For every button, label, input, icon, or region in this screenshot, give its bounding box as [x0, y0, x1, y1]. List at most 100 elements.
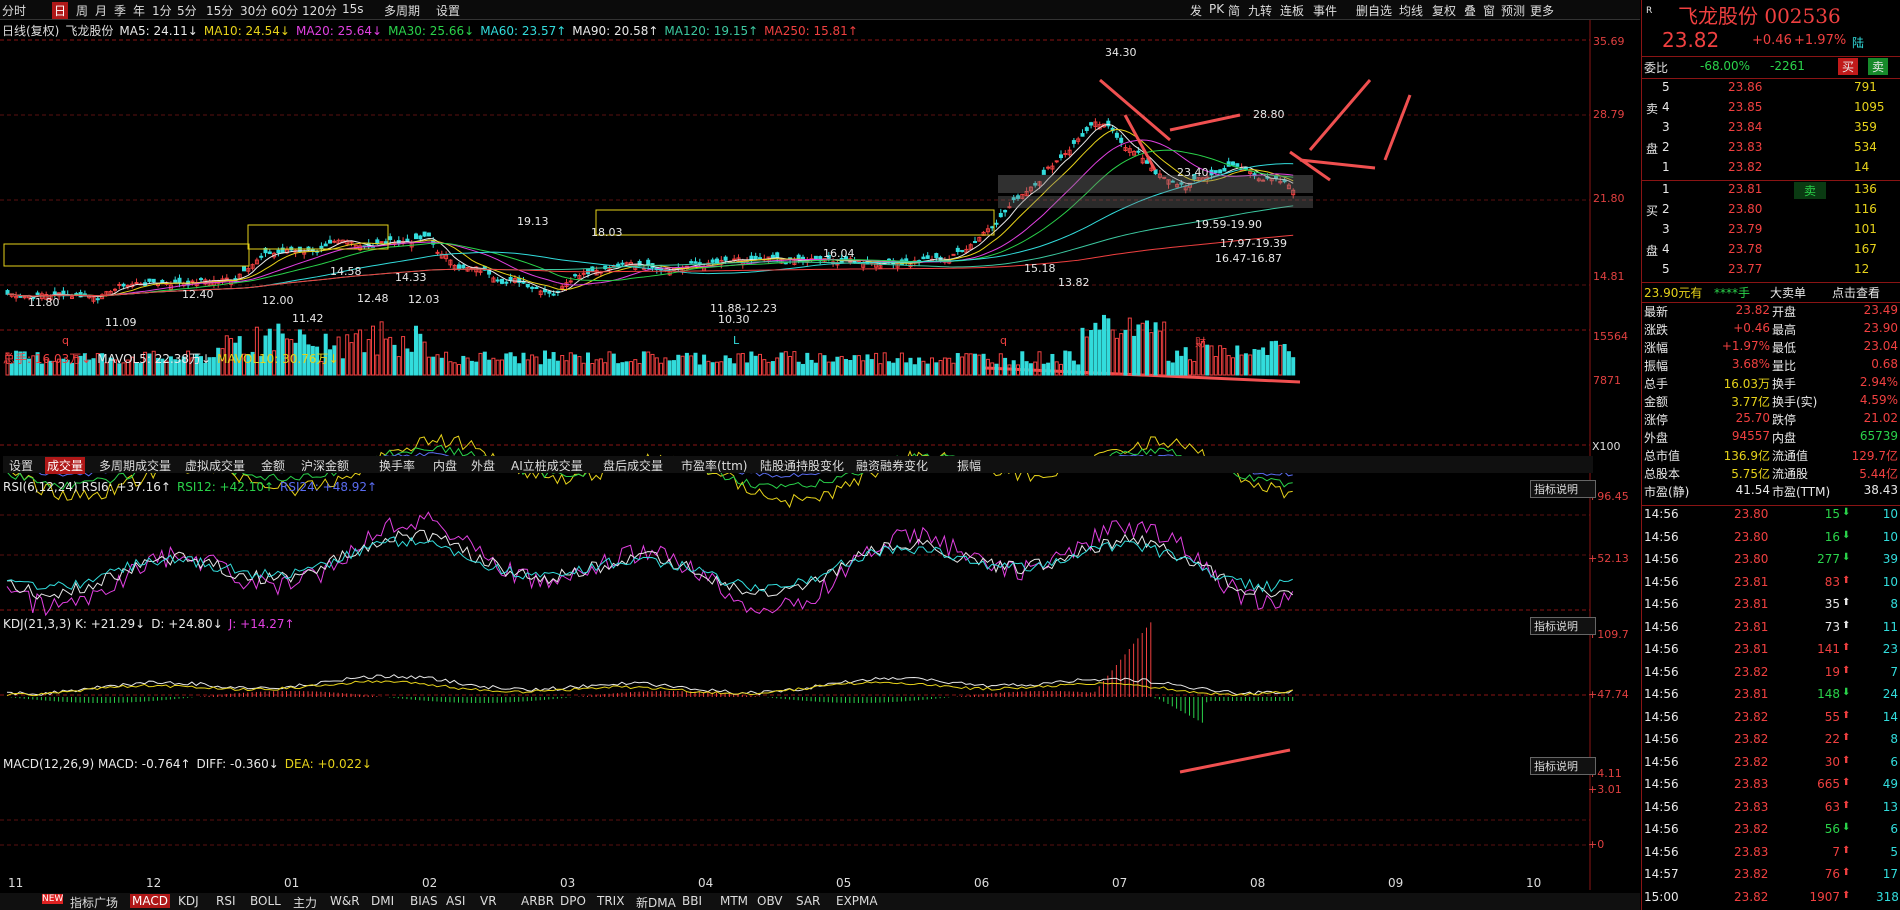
indicator-tab-17[interactable]: OBV: [757, 894, 783, 908]
toolbar-item-3[interactable]: 月: [95, 2, 107, 19]
indicator-tab-15[interactable]: BBI: [682, 894, 702, 908]
indicator-tab-1[interactable]: MACD: [130, 894, 170, 908]
volume-bar: [1089, 330, 1094, 376]
volume-tab-7[interactable]: 内盘: [433, 457, 457, 474]
indicator-tab-0[interactable]: 指标广场: [70, 894, 118, 910]
indicator-tab-13[interactable]: TRIX: [597, 894, 624, 908]
bid-level: 4: [1662, 242, 1670, 256]
toolbar-right-1[interactable]: PK: [1209, 2, 1224, 16]
volume-tab-5[interactable]: 沪深金额: [301, 457, 349, 474]
candle: [422, 231, 427, 237]
indicator-tab-8[interactable]: BIAS: [410, 894, 438, 908]
volume-tab-4[interactable]: 金额: [261, 457, 285, 474]
tick-count: 6: [1890, 822, 1898, 836]
indicator-help-button[interactable]: 指标说明: [1530, 617, 1596, 635]
toolbar-item-7[interactable]: 5分: [177, 2, 197, 19]
volume-tab-12[interactable]: 陆股通持股变化: [760, 457, 844, 474]
toolbar-right-6[interactable]: 删自选: [1356, 2, 1392, 19]
toolbar-item-12[interactable]: 15s: [342, 2, 364, 16]
bid-price: 23.77: [1728, 262, 1763, 276]
month-label: 11: [8, 876, 24, 890]
indicator-tab-11[interactable]: ARBR: [521, 894, 554, 908]
volume-bar: [641, 351, 646, 376]
toolbar-item-5[interactable]: 年: [133, 2, 145, 19]
indicator-tab-19[interactable]: EXPMA: [836, 894, 878, 908]
volume-tab-13[interactable]: 融资融券变化: [856, 457, 928, 474]
toolbar-right-4[interactable]: 连板: [1280, 2, 1304, 19]
indicator-tab-7[interactable]: DMI: [371, 894, 394, 908]
toolbar-item-4[interactable]: 季: [114, 2, 126, 19]
toolbar-item-2[interactable]: 周: [76, 2, 88, 19]
toolbar-right-11[interactable]: 预测: [1501, 2, 1525, 19]
indicator-tab-2[interactable]: KDJ: [178, 894, 199, 908]
toolbar-item-9[interactable]: 30分: [240, 2, 267, 19]
toolbar-item-13[interactable]: 多周期: [384, 2, 420, 19]
price-annotation: 11.88-12.23: [710, 302, 777, 315]
toolbar-item-14[interactable]: 设置: [436, 2, 460, 19]
toolbar-right-2[interactable]: 简: [1228, 2, 1240, 19]
volume-bar: [727, 358, 732, 376]
sell-button[interactable]: 卖: [1868, 58, 1889, 75]
toolbar-item-11[interactable]: 120分: [302, 2, 337, 19]
toolbar-right-10[interactable]: 窗: [1483, 2, 1495, 19]
up-arrow-icon: ⬆: [1842, 754, 1851, 766]
indicator-help-button[interactable]: 指标说明: [1530, 757, 1596, 775]
volume-bar: [1157, 330, 1162, 376]
volume-tab-6[interactable]: 换手率: [379, 457, 415, 474]
toolbar-right-8[interactable]: 复权: [1432, 2, 1456, 19]
indicator-help-button[interactable]: 指标说明: [1530, 480, 1596, 498]
indicator-tab-4[interactable]: BOLL: [250, 894, 281, 908]
bid-side-label: 买: [1646, 204, 1659, 218]
volume-bar: [1080, 327, 1085, 376]
volume-tab-8[interactable]: 外盘: [471, 457, 495, 474]
volume-bar: [594, 359, 599, 376]
indicator-tab-12[interactable]: DPO: [560, 894, 586, 908]
kdj-axis-label: +47.74: [1588, 688, 1629, 701]
big-order-view-link[interactable]: 点击查看: [1832, 284, 1880, 301]
toolbar-item-1[interactable]: 日: [52, 2, 69, 19]
volume-bar: [977, 354, 982, 376]
separator: [1642, 56, 1900, 57]
toolbar-right-9[interactable]: 叠: [1464, 2, 1476, 19]
bid-volume: 116: [1854, 202, 1877, 216]
toolbar-right-7[interactable]: 均线: [1399, 2, 1423, 19]
toolbar-right-0[interactable]: 发: [1190, 2, 1202, 19]
volume-tab-9[interactable]: AI立桩成交量: [511, 457, 583, 474]
toolbar-right-5[interactable]: 事件: [1313, 2, 1337, 19]
indicator-tab-16[interactable]: MTM: [720, 894, 748, 908]
indicator-tab-18[interactable]: SAR: [796, 894, 820, 908]
volume-bar: [942, 357, 947, 376]
candle: [388, 236, 393, 240]
candle: [1071, 140, 1076, 144]
toolbar-item-8[interactable]: 15分: [206, 2, 233, 19]
volume-tab-2[interactable]: 多周期成交量: [99, 457, 171, 474]
volume-tab-11[interactable]: 市盈率(ttm): [681, 457, 747, 474]
indicator-tab-6[interactable]: W&R: [330, 894, 360, 908]
kdj-d-line: [6, 536, 1293, 593]
indicator-tab-3[interactable]: RSI: [216, 894, 236, 908]
toolbar-item-0[interactable]: 分时: [2, 2, 26, 19]
toolbar-right-3[interactable]: 九转: [1248, 2, 1272, 19]
volume-tab-3[interactable]: 虚拟成交量: [185, 457, 245, 474]
volume-tab-10[interactable]: 盘后成交量: [603, 457, 663, 474]
indicator-tab-10[interactable]: VR: [480, 894, 497, 908]
toolbar-right-12[interactable]: 更多: [1530, 2, 1554, 19]
volume-bar: [672, 360, 676, 376]
volume-bar: [1248, 354, 1253, 376]
event-marker: q: [62, 334, 69, 347]
kdj-j-line: [6, 511, 1294, 617]
volume-tab-0[interactable]: 设置: [9, 457, 33, 474]
volume-tab-1[interactable]: 成交量: [45, 457, 86, 474]
toolbar-item-6[interactable]: 1分: [152, 2, 172, 19]
volume-bar: [676, 354, 681, 376]
month-label: 08: [1250, 876, 1266, 890]
indicator-tab-14[interactable]: 新DMA: [636, 894, 676, 910]
toolbar-item-10[interactable]: 60分: [271, 2, 298, 19]
indicator-tab-9[interactable]: ASI: [446, 894, 465, 908]
indicator-tab-5[interactable]: 主力: [293, 894, 317, 910]
stat-value: 5.75亿: [1731, 467, 1770, 481]
volume-tab-14[interactable]: 振幅: [957, 457, 981, 474]
buy-button[interactable]: 买: [1838, 58, 1859, 75]
volume-bar: [1136, 324, 1141, 376]
volume-bar: [856, 355, 861, 376]
